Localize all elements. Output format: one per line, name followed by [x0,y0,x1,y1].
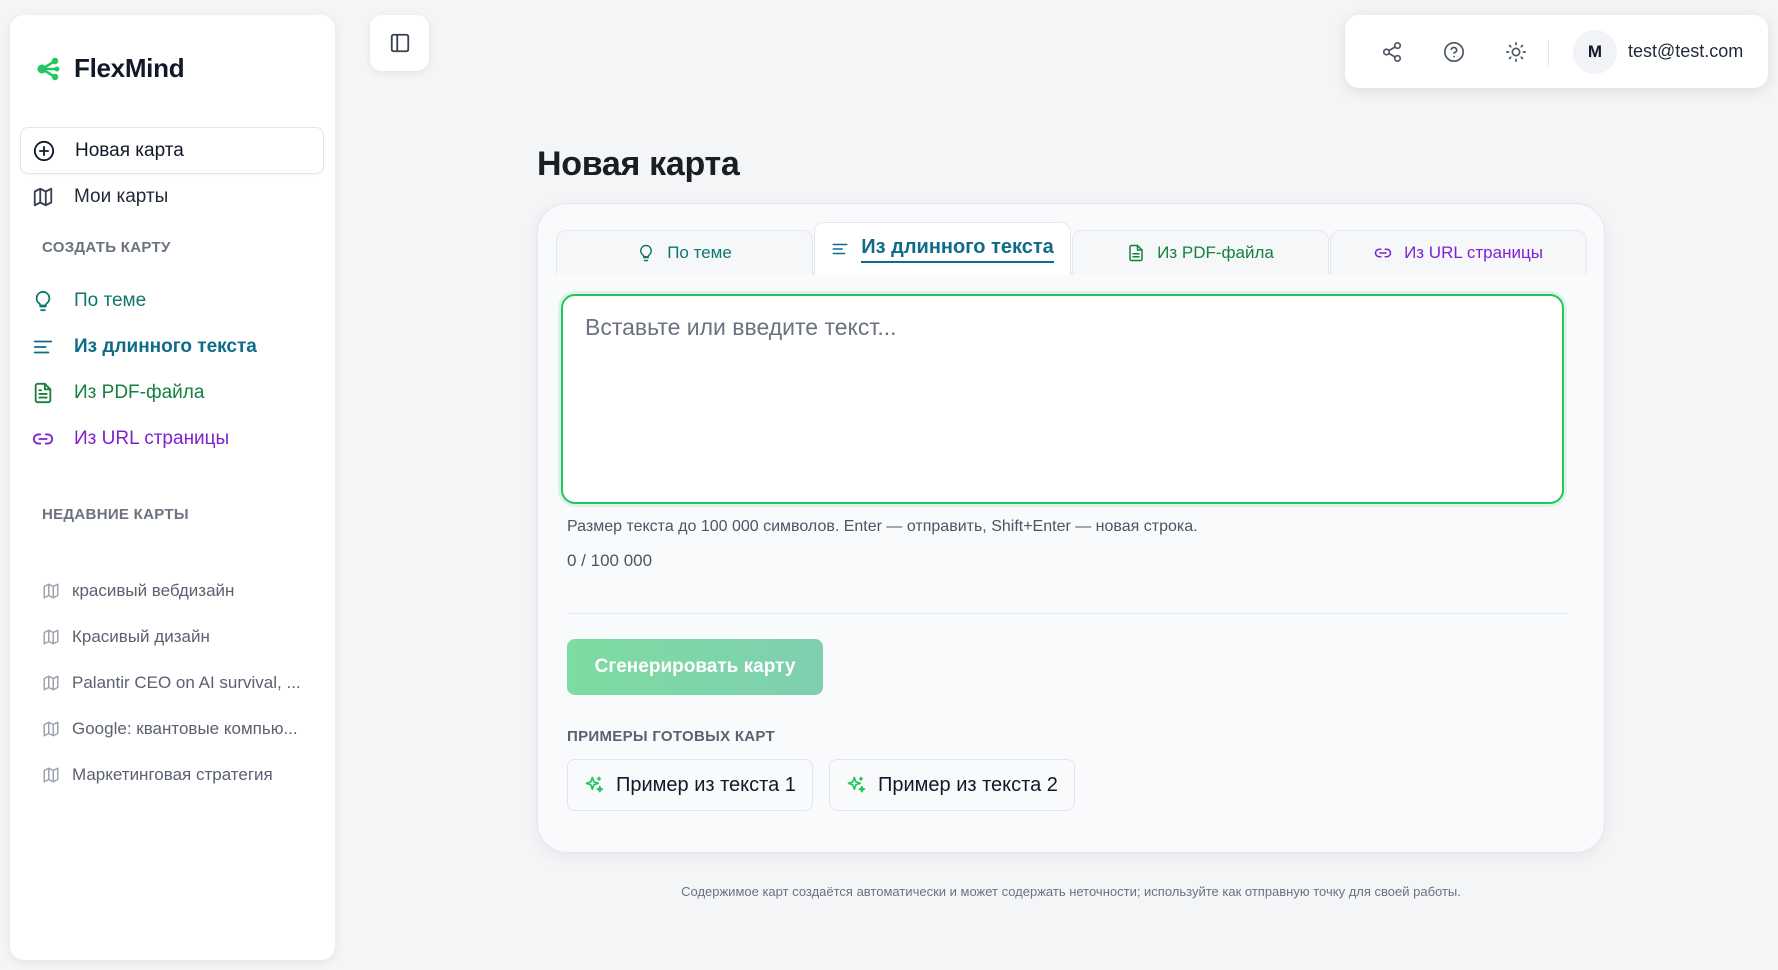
page-title: Новая карта [537,145,740,183]
nav-my-maps-label: Мои карты [74,185,169,207]
example-label: Пример из текста 2 [878,773,1058,796]
tab-pdf[interactable]: Из PDF-файла [1072,230,1329,274]
sparkles-icon [585,776,604,793]
recent-map-title: Google: квантовые компью... [72,719,298,738]
sidebar-item-by-topic-label: По теме [74,289,147,311]
help-icon [1444,42,1464,62]
share-icon [1382,42,1402,62]
sidebar-item-long-text[interactable]: Из длинного текста [20,323,324,370]
share-button[interactable] [1379,39,1405,65]
recent-map-item[interactable]: Маркетинговая стратегия [42,765,327,785]
sidebar-toggle-button[interactable] [370,15,429,71]
sidebar-panel-icon [390,33,409,53]
recent-map-title: Красивый дизайн [72,627,210,646]
generate-map-button[interactable]: Сгенерировать карту [567,639,823,695]
examples-label: ПРИМЕРЫ ГОТОВЫХ КАРТ [567,728,776,745]
map-icon [43,583,59,599]
recent-map-title: красивый вебдизайн [72,581,235,600]
app-name: FlexMind [74,53,185,83]
flexmind-logo-icon [37,57,60,80]
sidebar-item-pdf-label: Из PDF-файла [74,381,205,403]
tab-url[interactable]: Из URL страницы [1330,230,1587,274]
map-icon [33,187,53,206]
file-icon [1129,244,1143,261]
link-icon [1374,248,1392,257]
recent-map-title: Palantir CEO on AI survival, ... [72,673,301,692]
map-icon [43,675,59,691]
recent-map-title: Маркетинговая стратегия [72,765,273,784]
sidebar-item-pdf[interactable]: Из PDF-файла [20,369,324,416]
lightbulb-icon [640,244,653,261]
recent-map-item[interactable]: Palantir CEO on AI survival, ... [42,673,327,693]
map-icon [43,721,59,737]
sidebar: FlexMind Новая карта Мои карты СОЗДАТЬ К… [10,15,335,960]
example-button-1[interactable]: Пример из текста 1 [567,759,813,811]
example-button-2[interactable]: Пример из текста 2 [829,759,1075,811]
plus-circle-icon [33,140,55,161]
text-lines-icon [33,340,53,353]
file-icon [34,382,52,403]
sidebar-item-by-topic[interactable]: По теме [20,277,324,324]
nav-new-map-label: Новая карта [75,139,184,161]
tab-long-text-label: Из длинного текста [861,236,1054,263]
tab-url-label: Из URL страницы [1404,242,1543,262]
user-email[interactable]: test@test.com [1628,41,1743,62]
source-tabs: По теме Из длинного текста Из PDF-файла … [556,218,1587,275]
top-toolbar: M test@test.com [1345,15,1768,88]
link-icon [32,433,54,444]
tab-long-text[interactable]: Из длинного текста [814,222,1071,275]
recent-map-item[interactable]: красивый вебдизайн [42,581,327,601]
map-icon [43,767,59,783]
sidebar-item-url-label: Из URL страницы [74,427,230,449]
sparkles-icon [847,776,866,793]
tab-by-topic-label: По теме [667,242,732,262]
nav-new-map[interactable]: Новая карта [20,127,324,174]
create-map-card: По теме Из длинного текста Из PDF-файла … [537,203,1605,853]
logo[interactable]: FlexMind [36,53,185,84]
toolbar-divider [1548,40,1549,66]
recent-section-label: НЕДАВНИЕ КАРТЫ [42,506,189,523]
text-lines-icon [832,243,848,255]
avatar[interactable]: M [1573,30,1617,74]
char-counter: 0 / 100 000 [567,551,653,570]
divider [567,613,1567,614]
map-icon [43,629,59,645]
tab-pdf-label: Из PDF-файла [1157,242,1274,262]
recent-map-item[interactable]: Красивый дизайн [42,627,327,647]
nav-my-maps[interactable]: Мои карты [20,173,324,220]
disclaimer-note: Содержимое карт создаётся автоматически … [681,884,1461,899]
example-label: Пример из текста 1 [616,773,796,796]
sidebar-item-long-text-label: Из длинного текста [74,335,257,357]
tab-by-topic[interactable]: По теме [556,230,813,274]
recent-map-item[interactable]: Google: квантовые компью... [42,719,327,739]
create-section-label: СОЗДАТЬ КАРТУ [42,239,171,256]
sidebar-item-url[interactable]: Из URL страницы [20,415,324,462]
input-hint: Размер текста до 100 000 символов. Enter… [567,518,1198,535]
lightbulb-icon [35,290,51,311]
theme-toggle-button[interactable] [1503,39,1529,65]
sun-icon [1506,42,1526,62]
help-button[interactable] [1441,39,1467,65]
text-input[interactable] [561,294,1564,504]
